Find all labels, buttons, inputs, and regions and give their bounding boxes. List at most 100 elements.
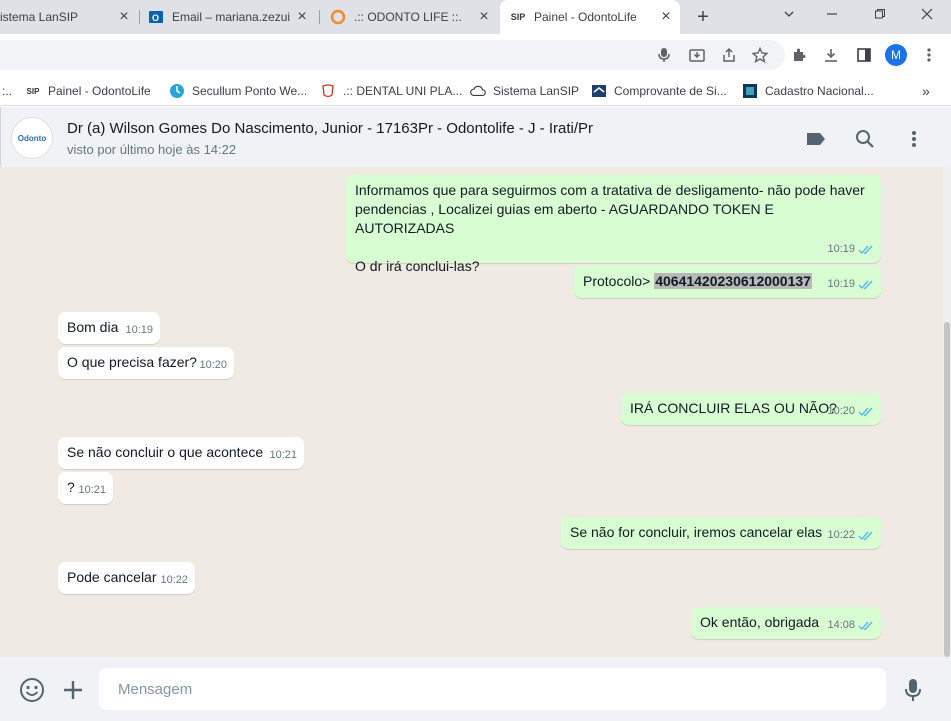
svg-text:O: O: [152, 13, 159, 23]
extensions-icon[interactable]: [790, 46, 808, 64]
microphone-icon[interactable]: [900, 677, 926, 703]
outlook-icon: O: [148, 9, 164, 25]
message-outgoing[interactable]: Ok então, obrigada 14:08: [691, 607, 881, 639]
chevron-down-icon[interactable]: [779, 6, 799, 26]
message-meta: 14:08: [827, 616, 874, 635]
restore-icon[interactable]: [870, 6, 890, 26]
tab-title: Email – mariana.zezuin: [172, 10, 290, 24]
message-meta: 10:20: [827, 402, 874, 421]
bookmark-label: Cadastro Nacional...: [765, 84, 874, 98]
bookmarks-overflow-button[interactable]: »: [922, 82, 930, 100]
bookmark-cadastro-nacional[interactable]: Cadastro Nacional...: [742, 82, 874, 100]
bookmark-dental-uni[interactable]: .:: DENTAL UNI PLA...: [320, 82, 462, 100]
tab-separator: [139, 10, 140, 24]
secullum-icon: [169, 83, 185, 99]
message-outgoing-protocol[interactable]: Protocolo> 40641420230612000137 10:19: [574, 266, 881, 298]
chat-scrollbar[interactable]: [943, 167, 951, 657]
protocol-number: 40641420230612000137: [654, 273, 812, 289]
message-incoming[interactable]: Pode cancelar 10:22: [58, 562, 195, 594]
bookmark-item[interactable]: :..: [2, 82, 12, 100]
emoji-icon[interactable]: [19, 677, 45, 703]
message-outgoing[interactable]: IRÁ CONCLUIR ELAS OU NÃO? 10:20: [621, 393, 881, 425]
bookmark-lansip[interactable]: Sistema LanSIP: [470, 82, 579, 100]
label-tag-icon[interactable]: [804, 127, 828, 151]
tab-painel-odontolife[interactable]: SIP Painel - OdontoLife ×: [500, 0, 680, 34]
bookmark-label: Sistema LanSIP: [493, 84, 580, 98]
read-ticks-icon: [858, 620, 874, 631]
message-meta: 10:21: [269, 446, 297, 465]
message-time: 10:19: [125, 324, 153, 336]
bookmark-label: Painel - OdontoLife: [48, 84, 151, 98]
cloud-icon: [470, 83, 486, 99]
search-icon[interactable]: [853, 127, 877, 151]
message-outgoing[interactable]: Informamos que para seguirmos com a trat…: [346, 175, 881, 274]
close-tab-icon[interactable]: ×: [658, 9, 674, 25]
share-icon[interactable]: [720, 46, 738, 64]
avatar-text: Odonto: [17, 133, 47, 143]
new-tab-button[interactable]: +: [692, 7, 714, 29]
message-meta: 10:22: [827, 526, 874, 545]
message-text: Se não concluir o que acontece: [67, 444, 264, 460]
read-ticks-icon: [858, 530, 874, 541]
bookmark-painel-odontolife[interactable]: SIP Painel - OdontoLife: [25, 82, 151, 100]
bookmark-star-icon[interactable]: [751, 46, 769, 64]
message-incoming[interactable]: Se não concluir o que acontece 10:21: [58, 437, 304, 469]
sip-icon: SIP: [26, 86, 40, 96]
scrollbar-thumb[interactable]: [944, 322, 950, 657]
bookmark-label: :..: [2, 84, 13, 98]
chat-header[interactable]: Odonto Dr (a) Wilson Gomes Do Nascimento…: [0, 107, 951, 167]
message-meta: 10:22: [160, 571, 188, 590]
message-meta: 10:19: [827, 240, 874, 259]
minimize-icon[interactable]: [822, 6, 842, 26]
tab-odontolife[interactable]: .:: ODONTO LIFE ::. ×: [330, 0, 498, 34]
bookmark-secullum[interactable]: Secullum Ponto We...: [169, 82, 307, 100]
close-tab-icon[interactable]: ×: [294, 9, 310, 25]
message-time: 10:19: [827, 243, 855, 255]
message-outgoing[interactable]: Se não for concluir, iremos cancelar ela…: [561, 517, 881, 549]
tab-title: .:: ODONTO LIFE ::.: [354, 10, 462, 24]
avatar[interactable]: Odonto: [11, 117, 53, 159]
bookmark-comprovante[interactable]: Comprovante de Si...: [591, 82, 727, 100]
install-app-icon[interactable]: [688, 46, 706, 64]
message-incoming[interactable]: Bom dia 10:19: [58, 312, 160, 344]
read-ticks-icon: [858, 279, 874, 290]
download-icon[interactable]: [822, 46, 840, 64]
sip-icon: SIP: [510, 12, 526, 22]
kebab-menu-icon[interactable]: [920, 46, 938, 64]
message-time: 10:19: [827, 278, 855, 290]
menu-icon[interactable]: [902, 127, 926, 151]
message-meta: 10:19: [827, 275, 874, 294]
message-time: 10:22: [827, 529, 855, 541]
tab-title: istema LanSIP: [0, 10, 79, 24]
message-time: 10:20: [827, 405, 855, 417]
message-meta: 10:21: [78, 481, 106, 500]
close-tab-icon[interactable]: ×: [476, 9, 492, 25]
message-meta: 10:20: [199, 356, 227, 375]
dental-icon: [320, 83, 336, 99]
bookmarks-bar: :.. SIP Painel - OdontoLife Secullum Pon…: [0, 74, 951, 106]
bookmark-label: Comprovante de Si...: [614, 84, 727, 98]
bookmark-label: .:: DENTAL UNI PLA...: [343, 84, 463, 98]
contact-status: visto por último hoje às 14:22: [67, 142, 237, 157]
microphone-icon[interactable]: [655, 46, 673, 64]
message-incoming[interactable]: O que precisa fazer? 10:20: [58, 347, 234, 379]
close-tab-icon[interactable]: ×: [116, 9, 132, 25]
close-window-icon[interactable]: [917, 6, 937, 26]
tab-separator: [319, 10, 320, 24]
tab-lansip[interactable]: istema LanSIP ×: [0, 0, 138, 34]
tab-email[interactable]: O Email – mariana.zezuin ×: [148, 0, 316, 34]
receita-icon: [591, 83, 607, 99]
browser-tab-strip: istema LanSIP × O Email – mariana.zezuin…: [0, 0, 951, 34]
attach-plus-icon[interactable]: [60, 677, 86, 703]
message-incoming[interactable]: ? 10:21: [58, 472, 113, 504]
browser-toolbar: M: [0, 34, 951, 74]
side-panel-icon[interactable]: [855, 46, 873, 64]
protocol-prefix: Protocolo>: [583, 273, 655, 289]
message-text: Informamos que para seguirmos com a trat…: [355, 182, 865, 274]
contact-name[interactable]: Dr (a) Wilson Gomes Do Nascimento, Junio…: [67, 120, 593, 137]
chat-conversation[interactable]: Informamos que para seguirmos com a trat…: [0, 167, 943, 657]
profile-avatar[interactable]: M: [885, 44, 907, 66]
message-input[interactable]: [99, 668, 886, 710]
odontolife-icon: [330, 9, 346, 25]
read-ticks-icon: [858, 244, 874, 255]
